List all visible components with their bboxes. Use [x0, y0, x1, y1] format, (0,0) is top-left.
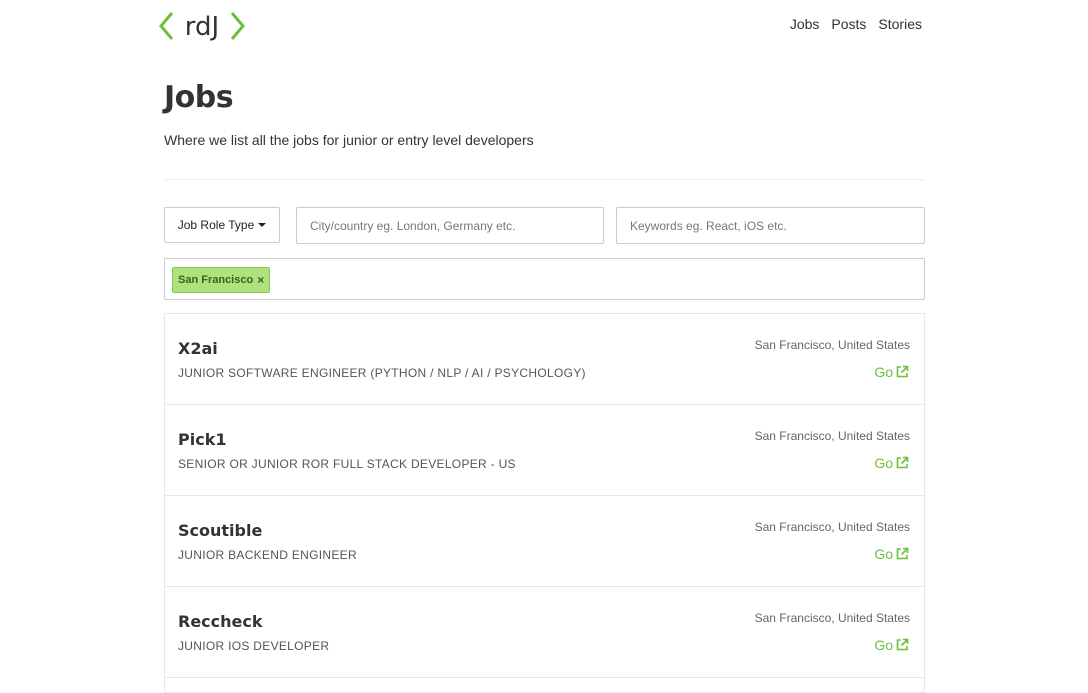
- job-location: San Francisco, United States: [754, 611, 910, 625]
- active-filters-box[interactable]: San Francisco ×: [164, 258, 925, 300]
- external-link-icon: [896, 547, 909, 560]
- job-location: San Francisco, United States: [754, 520, 910, 534]
- nav-stories-link[interactable]: Stories: [878, 16, 922, 32]
- divider: [164, 179, 925, 180]
- page-title: Jobs: [164, 80, 234, 115]
- page-subtitle: Where we list all the jobs for junior or…: [164, 132, 534, 148]
- job-title: SENIOR OR JUNIOR ROR FULL STACK DEVELOPE…: [178, 457, 516, 471]
- site-header: rdJ Jobs Posts Stories: [0, 0, 1088, 50]
- logo[interactable]: rdJ: [158, 10, 246, 42]
- go-link[interactable]: Go: [874, 637, 909, 653]
- go-link[interactable]: Go: [874, 455, 909, 471]
- external-link-icon: [896, 638, 909, 651]
- external-link-icon: [896, 365, 909, 378]
- filter-tag-san-francisco: San Francisco ×: [172, 267, 271, 293]
- job-role-type-dropdown[interactable]: Job Role Type: [164, 207, 280, 243]
- job-title: JUNIOR BACKEND ENGINEER: [178, 548, 357, 562]
- nav-jobs-link[interactable]: Jobs: [790, 16, 820, 32]
- job-title: JUNIOR IOS DEVELOPER: [178, 639, 330, 653]
- city-country-input[interactable]: [296, 207, 604, 244]
- go-link[interactable]: Go: [874, 364, 909, 380]
- go-label: Go: [874, 546, 893, 562]
- job-location: San Francisco, United States: [754, 429, 910, 443]
- go-link[interactable]: Go: [874, 546, 909, 562]
- nav-posts-link[interactable]: Posts: [831, 16, 866, 32]
- main-nav: Jobs Posts Stories: [790, 16, 922, 32]
- logo-icon: rdJ: [159, 12, 245, 42]
- job-item: X2ai JUNIOR SOFTWARE ENGINEER (PYTHON / …: [165, 314, 924, 405]
- company-name[interactable]: X2ai: [178, 339, 218, 358]
- close-icon[interactable]: ×: [257, 273, 264, 287]
- go-label: Go: [874, 455, 893, 471]
- job-item: Pick1 SENIOR OR JUNIOR ROR FULL STACK DE…: [165, 405, 924, 496]
- caret-down-icon: [258, 223, 267, 227]
- job-title: JUNIOR SOFTWARE ENGINEER (PYTHON / NLP /…: [178, 366, 586, 380]
- company-name[interactable]: Reccheck: [178, 612, 263, 631]
- job-item: Reccheck JUNIOR IOS DEVELOPER San Franci…: [165, 587, 924, 678]
- company-name[interactable]: Scoutible: [178, 521, 262, 540]
- company-name[interactable]: Pick1: [178, 430, 226, 449]
- go-label: Go: [874, 364, 893, 380]
- tag-label: San Francisco: [178, 274, 254, 286]
- svg-text:rdJ: rdJ: [185, 12, 219, 42]
- dropdown-label: Job Role Type: [177, 218, 255, 232]
- job-location: San Francisco, United States: [754, 338, 910, 352]
- external-link-icon: [896, 456, 909, 469]
- go-label: Go: [874, 637, 893, 653]
- keywords-input[interactable]: [616, 207, 925, 244]
- job-list: X2ai JUNIOR SOFTWARE ENGINEER (PYTHON / …: [164, 313, 925, 693]
- job-item: Scoutible JUNIOR BACKEND ENGINEER San Fr…: [165, 496, 924, 587]
